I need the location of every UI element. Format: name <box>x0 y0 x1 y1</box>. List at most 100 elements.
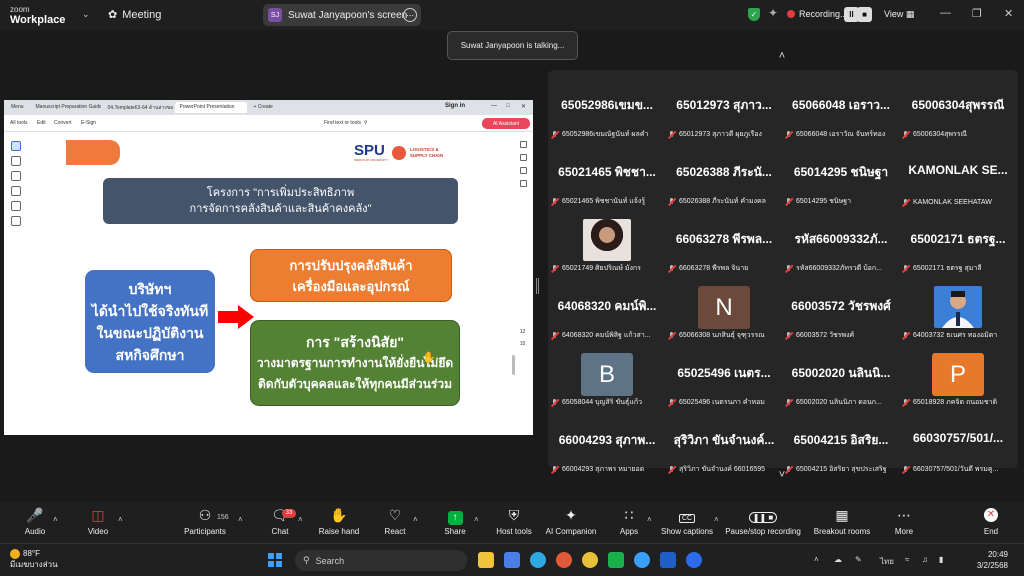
word-icon[interactable] <box>660 552 676 568</box>
participant-tile[interactable]: KAMONLAK SE... KAMONLAK SEEHATAW <box>901 148 1015 209</box>
tray-chevron-icon[interactable]: ˄ <box>814 555 819 564</box>
minimize-icon[interactable]: — <box>940 7 951 19</box>
audio-caret-icon[interactable]: ˄ <box>53 515 58 524</box>
host-tools-button[interactable]: ⛨ Host tools <box>492 505 536 536</box>
browser-minimize-icon[interactable]: — <box>491 103 497 109</box>
current-page[interactable]: 12 <box>515 326 530 338</box>
find-search-icon[interactable]: ⚲ <box>364 120 368 126</box>
language-indicator[interactable]: ไทย <box>880 555 894 568</box>
participant-tile[interactable]: 64003732 ธเนศร ทองอมิตา <box>901 282 1015 343</box>
raise-hand-button[interactable]: ✋ Raise hand <box>315 505 363 536</box>
end-button[interactable]: ✕ End <box>977 505 1005 536</box>
browser-tab-manuscript[interactable]: Manuscript Preparation Guideli... <box>31 102 101 113</box>
zoom-taskbar-icon[interactable] <box>686 552 702 568</box>
audio-button[interactable]: 🎤 Audio <box>17 505 53 536</box>
shape-tool-icon[interactable] <box>11 186 21 196</box>
react-caret-icon[interactable]: ˄ <box>413 515 418 524</box>
zoom-tool-icon[interactable] <box>11 156 21 166</box>
participant-tile[interactable]: 65066048 เอราว... 65066048 เอราวัณ จันทร์… <box>784 81 898 142</box>
file-explorer-icon[interactable] <box>478 552 494 568</box>
view-button[interactable]: View ▦ <box>884 9 914 20</box>
participant-tile[interactable]: 65004215 อิสริย... 65004215 อิสริยา สุขปร… <box>784 416 898 477</box>
text-tool-icon[interactable] <box>11 201 21 211</box>
participant-tile[interactable]: 65021749 ศิยปริณษ์ มังกร <box>550 215 664 276</box>
tool-esign[interactable]: E-Sign <box>81 120 96 126</box>
chrome-icon[interactable] <box>582 552 598 568</box>
meeting-info-button[interactable]: ✿ Meeting <box>108 8 161 22</box>
battery-icon[interactable]: ▮ <box>939 555 943 564</box>
more-options-icon[interactable]: ⋯ <box>403 8 417 22</box>
participant-tile[interactable]: 66030757/501/... 66030757/501/วันดี พรมคู… <box>901 416 1015 477</box>
react-button[interactable]: ♡ React <box>378 505 412 536</box>
show-captions-button[interactable]: CC Show captions <box>660 505 714 536</box>
participant-tile[interactable]: 65025496 เนตร... 65025496 เนตรนภา คำหอม <box>667 349 781 410</box>
screen-share-pill[interactable]: SJ Suwat Janyapoon's screen ⋯ <box>263 4 421 26</box>
attachments-icon[interactable] <box>520 180 527 187</box>
firefox-icon[interactable] <box>556 552 572 568</box>
participant-tile[interactable]: 66003572 วัชรพงศ์ 66003572 วัชรพงศ์ <box>784 282 898 343</box>
ai-companion-button[interactable]: ✦ AI Companion <box>543 505 599 536</box>
browser-close-icon[interactable]: ✕ <box>521 103 526 110</box>
restore-icon[interactable]: ❐ <box>972 7 982 20</box>
participant-tile[interactable]: P 65018928 ภคจิต ถนอมชาติ <box>901 349 1015 410</box>
browser-tab-menu[interactable]: Menu <box>6 102 29 113</box>
close-icon[interactable]: ✕ <box>1004 7 1013 20</box>
participant-tile[interactable]: 65012973 สุภาว... 65012973 สุภาวดี ผุยภูเ… <box>667 81 781 142</box>
participant-tile[interactable]: 65002020 นลินนิ... 65002020 นลินนิภา ดอนก… <box>784 349 898 410</box>
share-button[interactable]: ↑ Share <box>438 505 472 536</box>
stamp-tool-icon[interactable] <box>11 216 21 226</box>
pen-icon[interactable]: ✎ <box>855 555 862 564</box>
participant-tile[interactable]: N 65066308 นภสินธุ์ จุฑุวรรณ <box>667 282 781 343</box>
share-caret-icon[interactable]: ˄ <box>474 515 479 524</box>
pause-recording-button[interactable]: ❚❚ ■ Pause/stop recording <box>722 505 804 536</box>
tool-all-tools[interactable]: All tools <box>10 120 28 126</box>
participant-tile[interactable]: 66004293 สุภาพ... 66004293 สุภาพร หมายอด <box>550 416 664 477</box>
captions-caret-icon[interactable]: ˄ <box>714 515 719 524</box>
pages-icon[interactable] <box>520 167 527 174</box>
participants-caret-icon[interactable]: ˄ <box>238 515 243 524</box>
video-button[interactable]: ◫ Video <box>80 505 116 536</box>
store-icon[interactable] <box>504 552 520 568</box>
pdf-scrollbar[interactable] <box>512 355 515 375</box>
breakout-rooms-button[interactable]: ▦ Breakout rooms <box>812 505 872 536</box>
participant-tile[interactable]: 66063278 พีรพล... 66063278 พีรพล จินาย <box>667 215 781 276</box>
apps-button[interactable]: ∷ Apps <box>614 505 644 536</box>
volume-icon[interactable]: ♫ <box>922 555 928 564</box>
taskbar-search[interactable]: ⚲ Search <box>295 550 467 571</box>
apps-caret-icon[interactable]: ˄ <box>647 515 652 524</box>
signin-button[interactable]: Sign in <box>445 103 465 109</box>
line-icon[interactable] <box>608 552 624 568</box>
participant-tile[interactable]: 65026388 ภีระนั... 65026388 ภีระนันท์ คำม… <box>667 148 781 209</box>
find-tools-input[interactable]: Find text or tools <box>324 120 361 126</box>
comment-icon[interactable] <box>520 141 527 148</box>
hand-tool-icon[interactable] <box>11 141 21 151</box>
split-drag-handle[interactable] <box>536 278 539 294</box>
more-button[interactable]: ⋯ More <box>889 505 919 536</box>
browser-restore-icon[interactable]: □ <box>506 103 510 109</box>
participant-tile[interactable]: B 65058044 บุญสิริ ขันธุ์แก้ว <box>550 349 664 410</box>
bookmark-icon[interactable] <box>520 154 527 161</box>
ai-sparkle-icon[interactable]: ✦ <box>768 6 778 20</box>
gallery-down-chevron-icon[interactable]: ˅ <box>771 469 793 487</box>
weather-widget[interactable]: 88°F มีเมฆบางส่วน <box>10 548 58 570</box>
browser-tab-create[interactable]: + Create <box>249 102 278 113</box>
participant-tile[interactable]: 65006304สุพรรณี 65006304สุพรรณี <box>901 81 1015 142</box>
participant-tile[interactable]: 65014295 ชนิษฐา 65014295 ชนิษฐา <box>784 148 898 209</box>
participant-tile[interactable]: รหัส66009332ภั... รหัส66009332ภัทรวดี บ้อ… <box>784 215 898 276</box>
participant-tile[interactable]: 64068320 คมน์พิ... 64068320 คมน์พิสิฐ แก้… <box>550 282 664 343</box>
tool-convert[interactable]: Convert <box>54 120 72 126</box>
pen-tool-icon[interactable] <box>11 171 21 181</box>
stop-recording-icon[interactable]: ■ <box>857 7 872 22</box>
security-shield-icon[interactable]: ✓ <box>748 8 760 21</box>
participant-tile[interactable]: สุริวิภา ขันจำนงค์... สุริวิภา ขันจำนงค์ … <box>667 416 781 477</box>
video-caret-icon[interactable]: ˄ <box>118 515 123 524</box>
participant-tile[interactable]: 65021465 พิชชา... 65021465 พิชชานันท์ แจ้… <box>550 148 664 209</box>
gallery-up-chevron-icon[interactable]: ˄ <box>771 50 793 68</box>
tool-edit[interactable]: Edit <box>37 120 46 126</box>
windows-start-icon[interactable] <box>268 553 282 567</box>
participant-tile[interactable]: 65002171 ธตรฐ... 65002171 ธตรฐ สุมาลี <box>901 215 1015 276</box>
system-clock[interactable]: 20:49 3/2/2568 <box>968 549 1008 571</box>
browser-tab-template[interactable]: 04.Template63-64 ด้านล่างของเอกสาร... <box>103 102 173 113</box>
edge-icon[interactable] <box>530 552 546 568</box>
participant-tile[interactable]: 65052986เขมข... 65052986เขมณัฐนันท์ ผลคำ <box>550 81 664 142</box>
